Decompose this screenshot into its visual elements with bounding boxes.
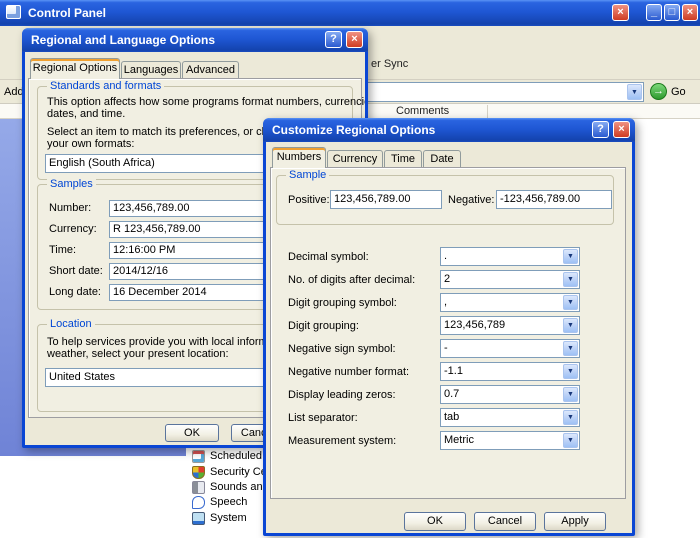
field-label: Display leading zeros: [288,389,396,401]
field-label: List separator: [288,412,358,424]
field-label: Decimal symbol: [288,251,369,263]
dropdown-icon[interactable]: ▼ [563,410,578,425]
minimize-icon[interactable]: _ [646,4,662,21]
combo-value: . [444,248,447,265]
help-icon[interactable]: ? [592,121,609,138]
field-label: Negative number format: [288,366,409,378]
combo-value: 2 [444,271,450,288]
tab-numbers[interactable]: Numbers [272,147,326,168]
cancel-button[interactable]: Cancel [474,512,536,531]
decimal-symbol-combo[interactable]: . ▼ [440,247,580,266]
close-icon[interactable]: × [613,121,630,138]
dropdown-icon[interactable]: ▼ [563,272,578,287]
leading-zeros-combo[interactable]: 0.7 ▼ [440,385,580,404]
standards-select-line2: your own formats: [47,138,134,150]
tab-advanced[interactable]: Advanced [182,61,239,79]
tab-regional-options[interactable]: Regional Options [30,58,120,79]
digits-after-decimal-combo[interactable]: 2 ▼ [440,270,580,289]
scheduled-tasks-icon [192,450,205,463]
combo-value: 0.7 [444,386,459,403]
speech-icon [192,496,205,509]
tab-time[interactable]: Time [384,150,422,168]
group-label: Samples [47,178,96,190]
control-panel-icon [6,5,21,19]
sample-row-label: Time: [49,244,76,256]
help-icon[interactable]: ? [325,31,342,48]
dialog-title: Regional and Language Options [31,33,215,47]
dialog-titlebar[interactable]: Customize Regional Options [263,118,635,142]
combo-value: , [444,294,447,311]
digit-grouping-symbol-combo[interactable]: , ▼ [440,293,580,312]
group-label: Standards and formats [47,80,164,92]
go-arrow-icon[interactable]: → [650,83,667,100]
tab-languages[interactable]: Languages [121,61,181,79]
sample-row-label: Long date: [49,286,101,298]
sample-row-label: Currency: [49,223,97,235]
control-panel-window: Control Panel × _ □ × er Sync Address ▼ … [0,0,700,538]
security-center-icon [192,466,205,479]
positive-label: Positive: [288,194,330,206]
dialog-titlebar[interactable]: Regional and Language Options [22,28,368,52]
customize-regional-dialog: Customize Regional Options ? × Numbers C… [263,118,635,536]
column-divider[interactable] [487,105,488,118]
negative-sign-combo[interactable]: - ▼ [440,339,580,358]
dropdown-icon[interactable]: ▼ [563,433,578,448]
toolbar-item-partial[interactable]: er Sync [371,58,408,70]
close-icon[interactable]: × [612,4,629,21]
measurement-system-combo[interactable]: Metric ▼ [440,431,580,450]
system-icon [192,512,205,525]
dropdown-icon[interactable]: ▼ [563,295,578,310]
location-desc-line2: weather, select your present location: [47,348,229,360]
sounds-audio-icon [192,481,205,494]
positive-sample-field[interactable]: 123,456,789.00 [330,190,442,209]
standards-desc-line1: This option affects how some programs fo… [47,96,365,108]
format-combo[interactable]: English (South Africa) ▼ [45,154,285,173]
list-separator-combo[interactable]: tab ▼ [440,408,580,427]
combo-value: Metric [444,432,474,449]
dropdown-icon[interactable]: ▼ [563,364,578,379]
format-combo-value: English (South Africa) [49,155,155,172]
dropdown-icon[interactable]: ▼ [563,249,578,264]
combo-value: - [444,340,448,357]
outer-close-icon[interactable]: × [682,4,698,21]
field-label: Measurement system: [288,435,396,447]
dropdown-icon[interactable]: ▼ [563,318,578,333]
negative-label: Negative: [448,194,494,206]
dialog-body: Numbers Currency Time Date Sample Positi… [266,142,632,533]
window-titlebar[interactable]: Control Panel × _ □ × [0,0,700,26]
go-button[interactable]: Go [671,86,686,98]
tab-currency[interactable]: Currency [327,150,383,168]
ok-button[interactable]: OK [165,424,219,442]
dialog-title: Customize Regional Options [272,123,435,137]
combo-value: 123,456,789 [444,317,505,334]
tab-date[interactable]: Date [423,150,461,168]
list-item-label: Speech [210,496,247,508]
maximize-icon[interactable]: □ [664,4,680,21]
sample-row-label: Number: [49,202,91,214]
dropdown-icon[interactable]: ▼ [627,84,642,100]
field-label: Digit grouping: [288,320,359,332]
standards-desc-line2: dates, and time. [47,108,125,120]
window-title: Control Panel [28,6,106,20]
combo-value: tab [444,409,459,426]
negative-sample-field[interactable]: -123,456,789.00 [496,190,612,209]
apply-button[interactable]: Apply [544,512,606,531]
group-label: Location [47,318,95,330]
group-label: Sample [286,169,329,181]
combo-value: -1.1 [444,363,463,380]
field-label: No. of digits after decimal: [288,274,415,286]
location-combo-value: United States [49,369,115,386]
field-label: Negative sign symbol: [288,343,396,355]
close-icon[interactable]: × [346,31,363,48]
negative-format-combo[interactable]: -1.1 ▼ [440,362,580,381]
comments-column-header[interactable]: Comments [396,105,449,117]
list-item-label: System [210,512,247,524]
dropdown-icon[interactable]: ▼ [563,387,578,402]
sample-row-label: Short date: [49,265,103,277]
ok-button[interactable]: OK [404,512,466,531]
digit-grouping-combo[interactable]: 123,456,789 ▼ [440,316,580,335]
field-label: Digit grouping symbol: [288,297,397,309]
dropdown-icon[interactable]: ▼ [563,341,578,356]
